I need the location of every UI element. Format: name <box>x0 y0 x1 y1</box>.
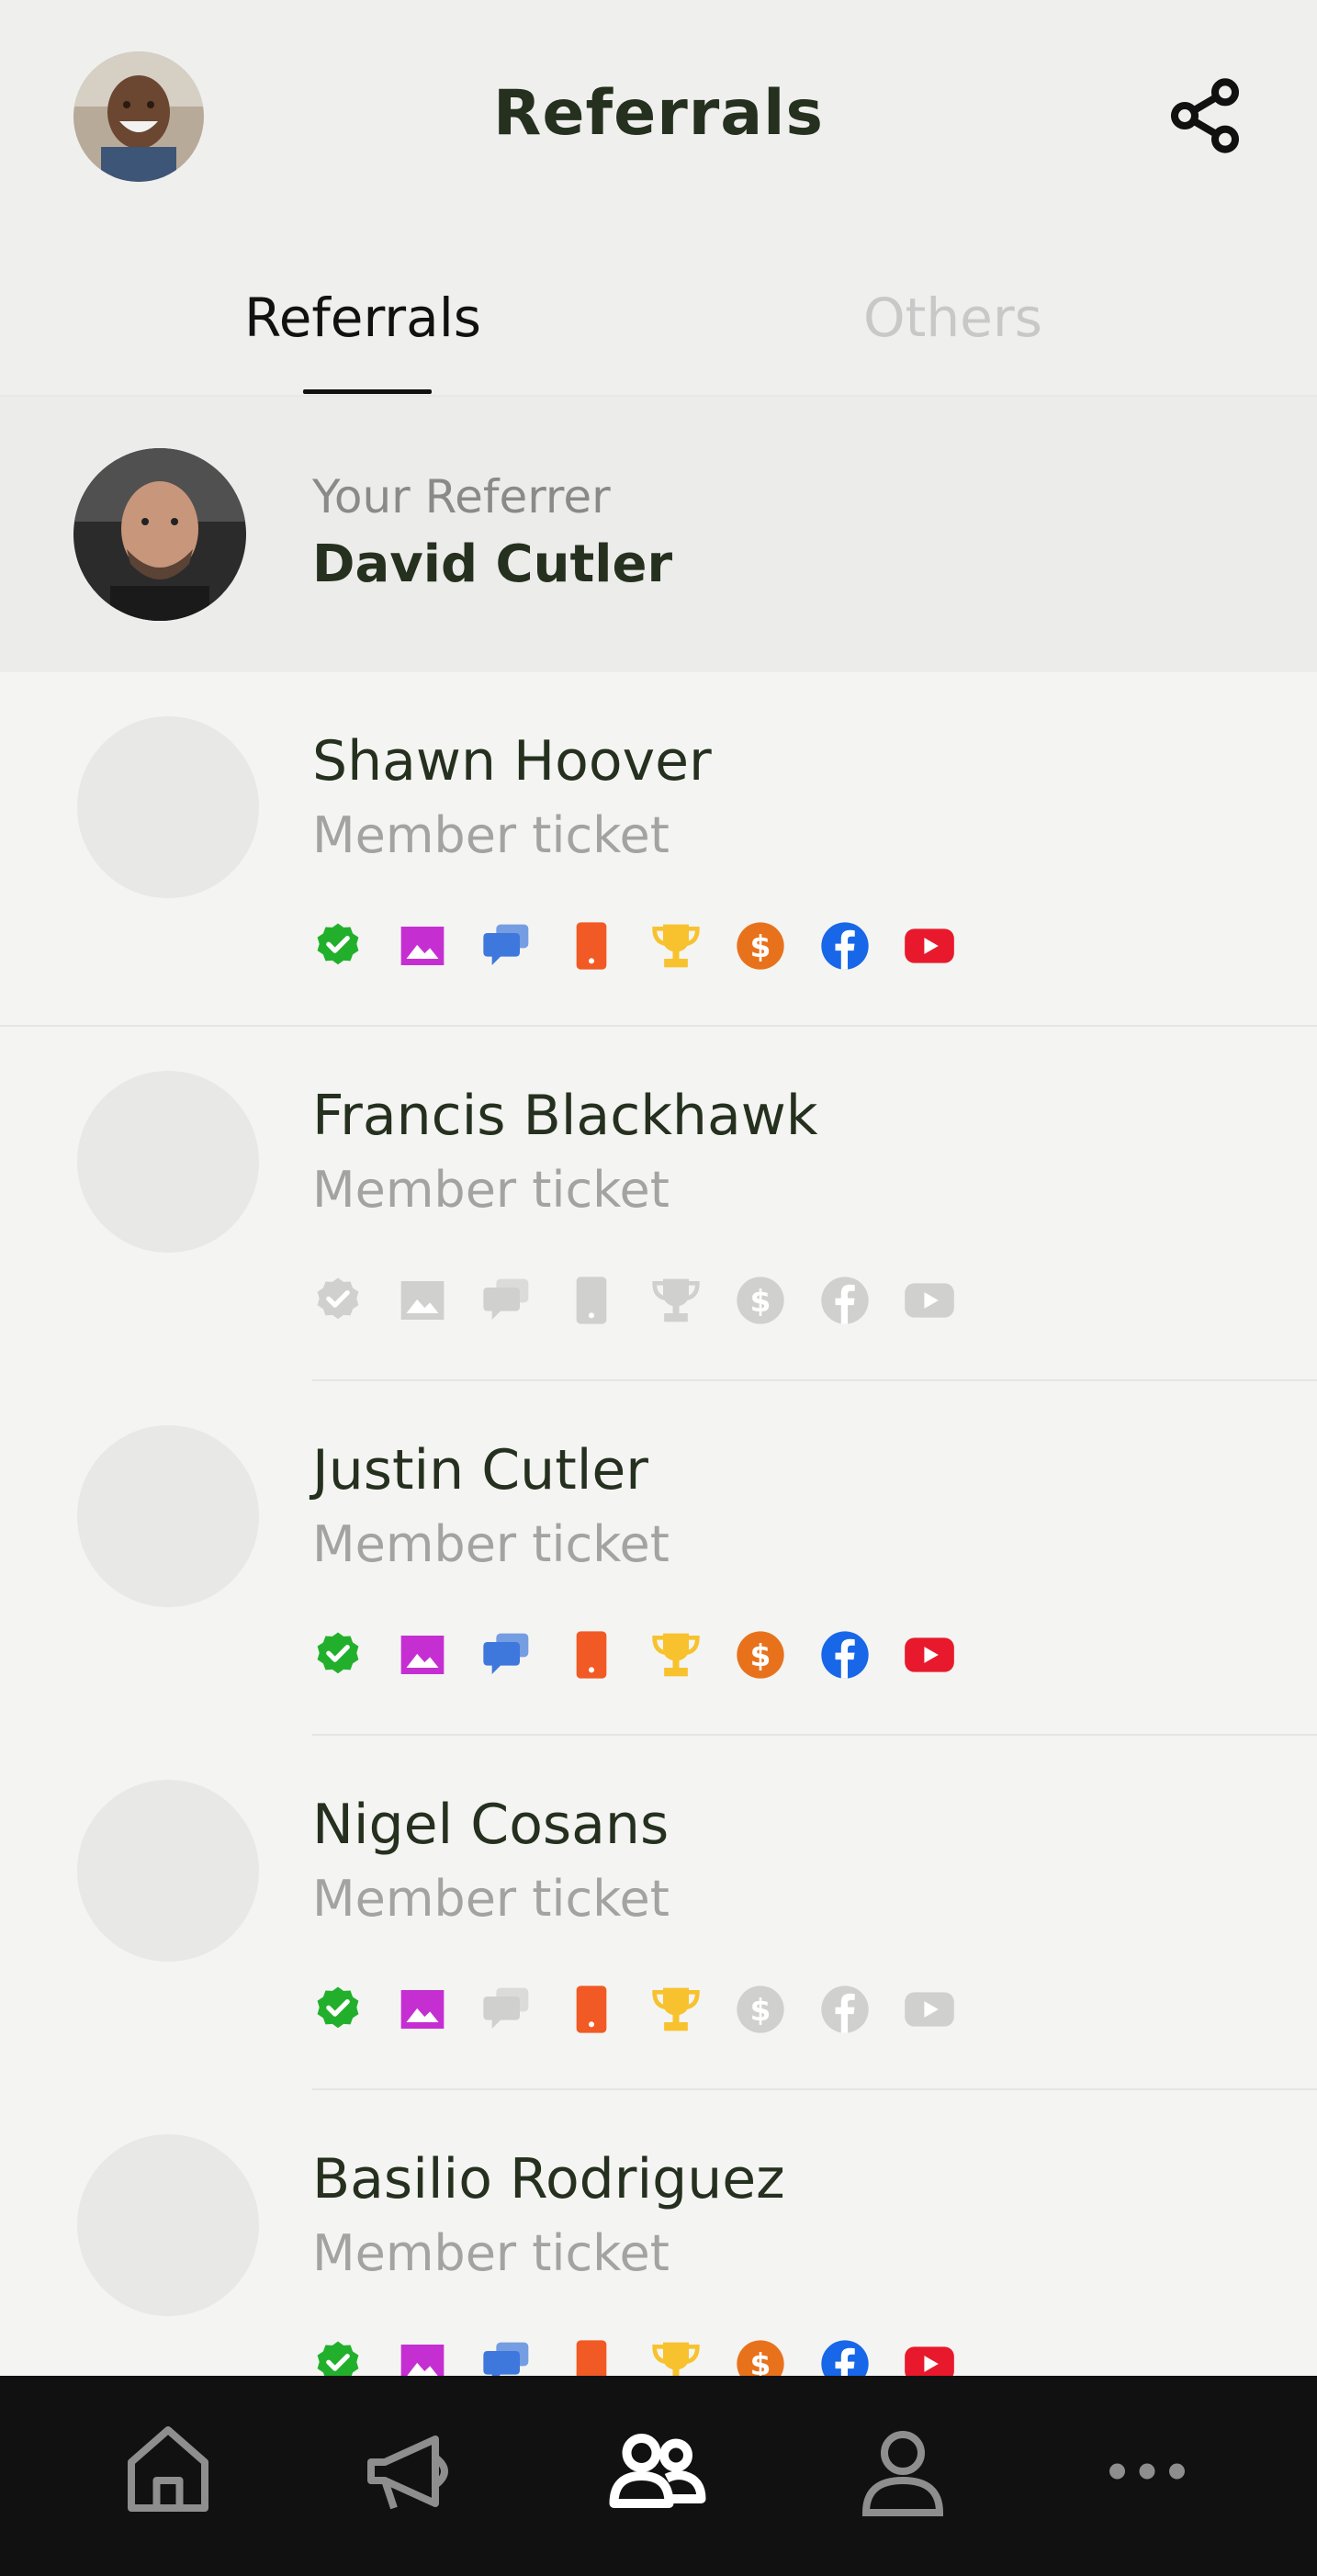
home-icon[interactable] <box>113 2416 223 2526</box>
trophy-icon <box>650 2338 702 2376</box>
verified-icon <box>312 1629 364 1681</box>
megaphone-icon[interactable] <box>357 2416 467 2526</box>
header: Referrals Referrals Others <box>0 0 1317 404</box>
avatar <box>77 1425 259 1607</box>
list-item[interactable]: Justin Cutler Member ticket $ <box>0 1381 1317 1736</box>
referrer-card[interactable]: Your Referrer David Cutler <box>0 397 1317 672</box>
photo-icon <box>397 920 448 972</box>
photo-icon <box>397 2338 448 2376</box>
share-icon[interactable] <box>1165 75 1245 156</box>
trophy-icon <box>650 920 702 972</box>
active-tab-indicator <box>303 389 432 394</box>
referral-subtitle: Member ticket <box>312 1870 670 1928</box>
svg-text:$: $ <box>750 1638 771 1673</box>
chat-icon <box>481 1629 533 1681</box>
facebook-icon <box>819 2338 871 2376</box>
dollar-icon: $ <box>735 1629 786 1681</box>
referral-name: Basilio Rodriguez <box>312 2147 785 2211</box>
page-title: Referrals <box>493 77 824 150</box>
youtube-icon <box>904 1984 955 2035</box>
referral-list[interactable]: Shawn Hoover Member ticket $ Francis Bla… <box>0 672 1317 2376</box>
avatar <box>77 716 259 898</box>
more-icon[interactable] <box>1092 2416 1202 2526</box>
chat-icon <box>481 1984 533 2035</box>
tab-others[interactable]: Others <box>863 287 1042 349</box>
verified-icon <box>312 920 364 972</box>
referrals-icon[interactable] <box>602 2416 713 2526</box>
dollar-icon: $ <box>735 1275 786 1326</box>
tab-referrals[interactable]: Referrals <box>244 287 481 349</box>
svg-text:$: $ <box>750 1993 771 2028</box>
phone-icon <box>566 1275 617 1326</box>
dollar-icon: $ <box>735 1984 786 2035</box>
phone-icon <box>566 2338 617 2376</box>
svg-text:$: $ <box>750 1284 771 1319</box>
youtube-icon <box>904 1629 955 1681</box>
dollar-icon: $ <box>735 2338 786 2376</box>
referrer-avatar <box>73 448 246 621</box>
referrer-name: David Cutler <box>312 534 673 594</box>
chat-icon <box>481 920 533 972</box>
photo-icon <box>397 1629 448 1681</box>
trophy-icon <box>650 1275 702 1326</box>
verified-icon <box>312 1984 364 2035</box>
trophy-icon <box>650 1984 702 2035</box>
chat-icon <box>481 1275 533 1326</box>
svg-text:$: $ <box>750 929 771 964</box>
referral-subtitle: Member ticket <box>312 1161 670 1219</box>
youtube-icon <box>904 1275 955 1326</box>
phone-icon <box>566 1984 617 2035</box>
referrer-label: Your Referrer <box>312 470 611 523</box>
avatar <box>77 1780 259 1962</box>
youtube-icon <box>904 920 955 972</box>
profile-icon[interactable] <box>848 2416 958 2526</box>
referral-name: Justin Cutler <box>312 1438 648 1502</box>
list-item[interactable]: Francis Blackhawk Member ticket $ <box>0 1027 1317 1381</box>
referral-subtitle: Member ticket <box>312 1515 670 1573</box>
list-item[interactable]: Nigel Cosans Member ticket $ <box>0 1736 1317 2090</box>
facebook-icon <box>819 1275 871 1326</box>
avatar <box>77 2134 259 2316</box>
referral-name: Shawn Hoover <box>312 729 712 793</box>
avatar <box>77 1071 259 1253</box>
svg-text:$: $ <box>750 2347 771 2376</box>
verified-icon <box>312 1275 364 1326</box>
referral-subtitle: Member ticket <box>312 806 670 864</box>
phone-icon <box>566 920 617 972</box>
facebook-icon <box>819 1629 871 1681</box>
chat-icon <box>481 2338 533 2376</box>
bottom-nav <box>0 2376 1317 2576</box>
referral-name: Francis Blackhawk <box>312 1084 818 1148</box>
list-item[interactable]: Shawn Hoover Member ticket $ <box>0 672 1317 1027</box>
phone-icon <box>566 1629 617 1681</box>
photo-icon <box>397 1984 448 2035</box>
youtube-icon <box>904 2338 955 2376</box>
list-item[interactable]: Basilio Rodriguez Member ticket $ <box>0 2090 1317 2376</box>
dollar-icon: $ <box>735 920 786 972</box>
facebook-icon <box>819 920 871 972</box>
verified-icon <box>312 2338 364 2376</box>
referral-subtitle: Member ticket <box>312 2224 670 2282</box>
photo-icon <box>397 1275 448 1326</box>
facebook-icon <box>819 1984 871 2035</box>
trophy-icon <box>650 1629 702 1681</box>
referral-name: Nigel Cosans <box>312 1793 670 1857</box>
